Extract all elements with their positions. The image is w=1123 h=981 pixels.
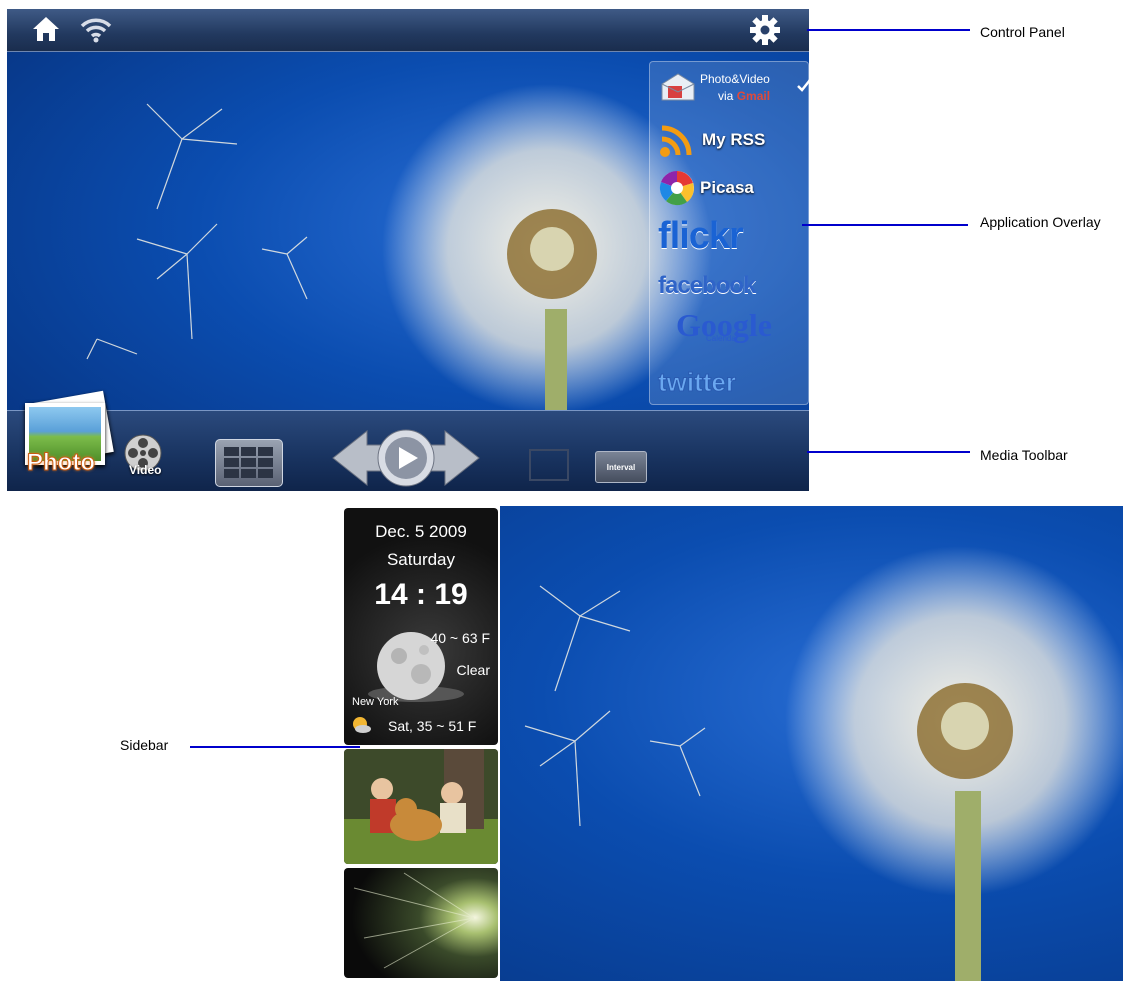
callout-line-application-overlay [802,224,968,226]
sidebar-screen: Dec. 5 2009 Saturday 14 : 19 40 ~ 63 F C… [342,506,1123,981]
previous-arrow-icon[interactable] [332,429,384,487]
facebook-logo: facebook [658,272,756,299]
app-item-flickr[interactable]: flickr [658,214,798,258]
video-mode-button[interactable]: Video [111,433,171,483]
callout-label-application-overlay: Application Overlay [980,214,1101,230]
callout-label-sidebar: Sidebar [120,737,169,753]
family-photo [344,749,498,864]
app-label-picasa: Picasa [700,178,754,197]
checkmark-icon [797,79,809,92]
sidebar: Dec. 5 2009 Saturday 14 : 19 40 ~ 63 F C… [342,506,500,981]
control-panel [7,9,809,52]
application-overlay: Photo&Video via Gmail My RSS Picasa flic… [649,61,809,405]
interval-button[interactable]: Interval [595,451,647,483]
app-item-twitter[interactable]: twitter [658,360,798,404]
grid-icon [224,447,273,478]
temperature-range: 40 ~ 63 F [430,630,490,646]
callout-line-media-toolbar [807,451,970,453]
picasa-icon [659,170,694,206]
photo-label: Photo [27,449,96,477]
app-item-my-rss[interactable]: My RSS [658,118,798,162]
callout-label-media-toolbar: Media Toolbar [980,447,1068,463]
flickr-logo: flickr [658,214,744,257]
photo-mode-button[interactable]: Photo [21,390,125,487]
media-toolbar: Photo Video Interval [7,390,809,491]
home-icon[interactable] [31,15,61,43]
rss-icon [660,125,692,157]
app-label-via: via [718,89,737,103]
interval-label: Interval [606,462,636,472]
playback-controls [332,429,480,487]
main-screen: Photo&Video via Gmail My RSS Picasa flic… [7,9,809,491]
weather-condition: Clear [456,662,490,678]
gmail-brand-text: Gmail [736,89,771,103]
app-item-facebook[interactable]: facebook [658,264,798,308]
light-burst-photo [344,868,498,978]
sun-cloud-icon [353,717,371,733]
date-text: Dec. 5 2009 [375,522,467,541]
app-label-photo-video: Photo&Video [700,72,770,86]
play-button[interactable] [377,429,435,487]
callout-line-sidebar [190,746,360,748]
clock-time: 14 : 19 [374,578,468,611]
mailbox-icon [661,73,695,101]
callout-label-control-panel: Control Panel [980,24,1065,40]
app-label-my-rss: My RSS [702,130,766,149]
app-item-picasa[interactable]: Picasa [658,166,798,210]
callout-line-control-panel [807,29,970,31]
day-text: Saturday [386,550,456,569]
forecast-text: Sat, 35 ~ 51 F [388,718,477,734]
next-arrow-icon[interactable] [428,429,480,487]
gear-icon[interactable] [749,14,781,46]
video-label: Video [129,463,162,477]
grid-view-button[interactable] [215,439,283,487]
twitter-logo: twitter [658,366,737,397]
dandelion-background-2 [524,546,1123,981]
clock-weather-widget[interactable]: Dec. 5 2009 Saturday 14 : 19 40 ~ 63 F C… [344,508,498,745]
light-photo-tile[interactable] [344,868,498,978]
frame-toggle-button[interactable] [529,449,569,481]
app-item-google-calendar[interactable]: Google Calendar [658,308,798,352]
family-photo-tile[interactable] [344,749,498,864]
google-calendar-sublabel: Calendar [706,334,739,343]
city-name: New York [352,696,399,708]
wifi-icon[interactable] [79,15,113,43]
app-item-photo-video-gmail[interactable]: Photo&Video via Gmail [658,66,809,110]
